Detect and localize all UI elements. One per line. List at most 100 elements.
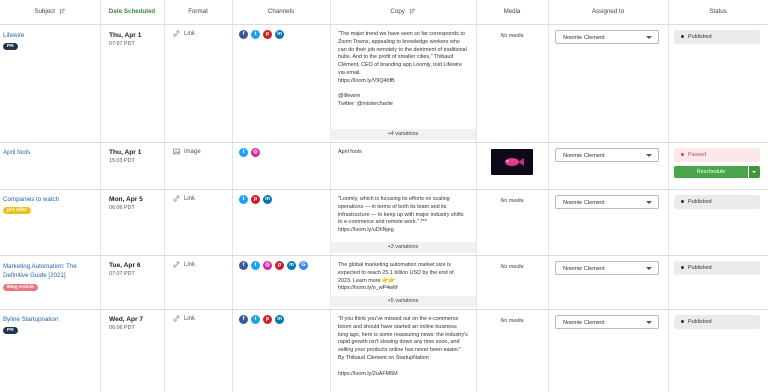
chevron-down-icon [646,267,652,270]
channel-list: t p in [239,195,272,204]
assignee-dropdown[interactable]: Noemie Clement [555,30,659,44]
header-copy[interactable]: Copy [330,0,476,24]
facebook-icon: f [239,30,248,39]
link-icon [173,315,180,322]
pinterest-icon: p [263,30,272,39]
media-empty: No media [500,33,524,39]
header-subject[interactable]: Subject [0,0,100,24]
table-row[interactable]: April fools Thu, Apr 1 15:03 PDT Image t… [0,143,768,190]
chevron-down-icon [646,321,652,324]
pinterest-icon: p [275,261,284,270]
status-dot [681,153,684,157]
header-status[interactable]: Status [668,0,768,24]
pinterest-icon: p [263,315,272,324]
tag-badge: PR [3,327,18,334]
media-thumbnail[interactable] [491,149,533,175]
linkedin-icon: in [287,261,296,270]
linkedin-icon: in [275,30,284,39]
assignee-dropdown[interactable]: Noemie Clement [555,315,659,329]
twitter-icon: t [251,315,260,324]
channel-list: f t p in [239,315,284,324]
facebook-icon: f [239,261,248,270]
date-time: 06:06 PDT [109,205,135,211]
posts-table: Subject Date Scheduled Format Channels C… [0,0,768,392]
assignee-dropdown[interactable]: Noemie Clement [555,195,659,209]
fish-image [505,158,524,166]
status-dot [681,320,684,324]
copy-text: The global marketing automation market s… [338,262,454,292]
header-assigned[interactable]: Assigned to [548,0,668,24]
copy-text: "If you think you've missed out on the e… [338,316,468,377]
variations-button[interactable]: +5 variations [330,296,476,307]
twitter-icon: t [239,195,248,204]
twitter-icon: t [251,261,260,270]
tag-badge: pro offer [3,207,31,214]
subject-link[interactable]: Byline Startupnation [3,316,97,323]
date-time: 15:03 PDT [109,158,135,164]
sort-icon[interactable] [409,8,416,15]
date-day: Thu, Apr 1 [109,32,142,39]
assignee-dropdown[interactable]: Noemie Clement [555,148,659,162]
status-badge: Published [674,30,760,44]
linkedin-icon: in [275,315,284,324]
date-day: Thu, Apr 1 [109,149,142,156]
header-format[interactable]: Format [164,0,232,24]
subject-link[interactable]: Lifewire [3,32,97,39]
link-icon [173,261,180,268]
status-badge: Published [674,195,760,209]
twitter-icon: t [251,30,260,39]
status-dot [681,200,684,204]
status-dot [681,266,684,270]
channel-list: t ◎ [239,148,260,157]
copy-text: "Loomly, which is focusing its efforts o… [338,196,464,234]
chevron-down-icon [646,154,652,157]
linkedin-icon: in [263,195,272,204]
instagram-icon: ◎ [251,148,260,157]
date-day: Wed, Apr 7 [109,316,144,323]
header-date[interactable]: Date Scheduled [100,0,164,24]
status-badge: Published [674,261,760,275]
facebook-icon: f [239,315,248,324]
subject-link[interactable]: April fools [3,149,97,156]
subject-link[interactable]: Marketing Automation: The Definitive Gui… [3,262,85,280]
media-empty: No media [500,198,524,204]
format: Link [173,261,195,268]
date-time: 07:07 PDT [109,271,135,277]
table-row[interactable]: Lifewire PR Thu, Apr 1 07:07 PDT Link f … [0,25,768,143]
twitter-icon: t [239,148,248,157]
date-time: 06:06 PDT [109,325,135,331]
format: Link [173,30,195,37]
copy-text: "The major trend we have seen so far cor… [338,31,467,108]
link-icon [173,30,180,37]
google-icon: G [299,261,308,270]
table-header: Subject Date Scheduled Format Channels C… [0,0,768,25]
image-icon [173,148,180,155]
header-media[interactable]: Media [476,0,548,24]
variations-button[interactable]: +4 variations [330,129,476,140]
reschedule-button[interactable]: Reschedule [674,166,748,178]
status-badge: Published [674,315,760,329]
table-row[interactable]: Byline Startupnation PR Wed, Apr 7 06:06… [0,310,768,392]
media-empty: No media [500,318,524,324]
table-row[interactable]: Companies to watch pro offer Mon, Apr 5 … [0,190,768,256]
subject-link[interactable]: Companies to watch [3,196,97,203]
table-row[interactable]: Marketing Automation: The Definitive Gui… [0,256,768,310]
sort-icon[interactable] [59,8,66,15]
chevron-down-icon [646,201,652,204]
tag-badge: Blog Article [3,284,38,291]
format: Link [173,195,195,202]
status-badge: Passed [674,148,760,162]
header-channels[interactable]: Channels [232,0,330,24]
instagram-icon: ◎ [263,261,272,270]
copy-text: April fools [338,149,362,155]
tag-badge: PR [3,43,18,50]
chevron-down-icon [646,36,652,39]
assignee-dropdown[interactable]: Noemie Clement [555,261,659,275]
reschedule-dropdown-caret[interactable] [748,166,760,178]
pinterest-icon: p [251,195,260,204]
channel-list: f t ◎ p in G [239,261,308,270]
variations-button[interactable]: +3 variations [330,242,476,253]
media-empty: No media [500,264,524,270]
date-time: 07:07 PDT [109,41,135,47]
format: Image [173,148,201,155]
